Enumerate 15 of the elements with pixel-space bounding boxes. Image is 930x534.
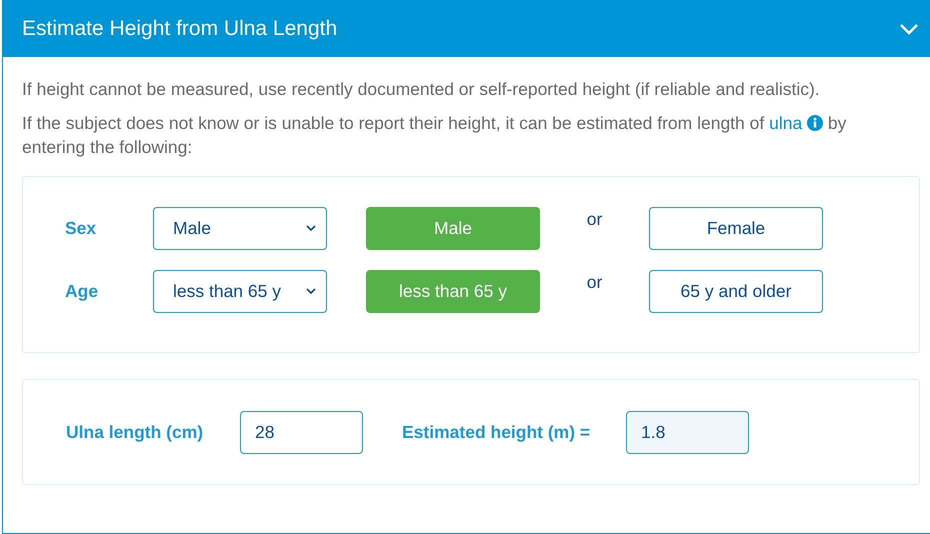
dropdown[interactable]: Male xyxy=(153,207,327,250)
option-button[interactable]: 65 y and older xyxy=(649,270,823,313)
dropdown[interactable]: less than 65 y xyxy=(153,270,327,313)
paragraph: If height cannot be measured, use recently documented or self-reported height (if reliable and realistic). xyxy=(22,78,821,101)
paragraph: If the subject does not know or is unable to report their height, it can be estimated from length of ulna by entering the following: xyxy=(22,112,848,159)
field-label: Estimated height (m) = xyxy=(402,422,592,442)
option-button[interactable]: Female xyxy=(649,207,823,250)
field-label: Age xyxy=(65,281,100,302)
result-field[interactable]: 1.8 xyxy=(626,410,749,454)
field-label: Sex xyxy=(65,218,98,239)
or-text: or xyxy=(586,272,604,293)
input-field[interactable]: 28 xyxy=(240,410,363,454)
panel-title: Estimate Height from Ulna Length xyxy=(22,16,338,40)
field-label: Ulna length (cm) xyxy=(66,422,204,442)
or-text: or xyxy=(586,209,604,230)
